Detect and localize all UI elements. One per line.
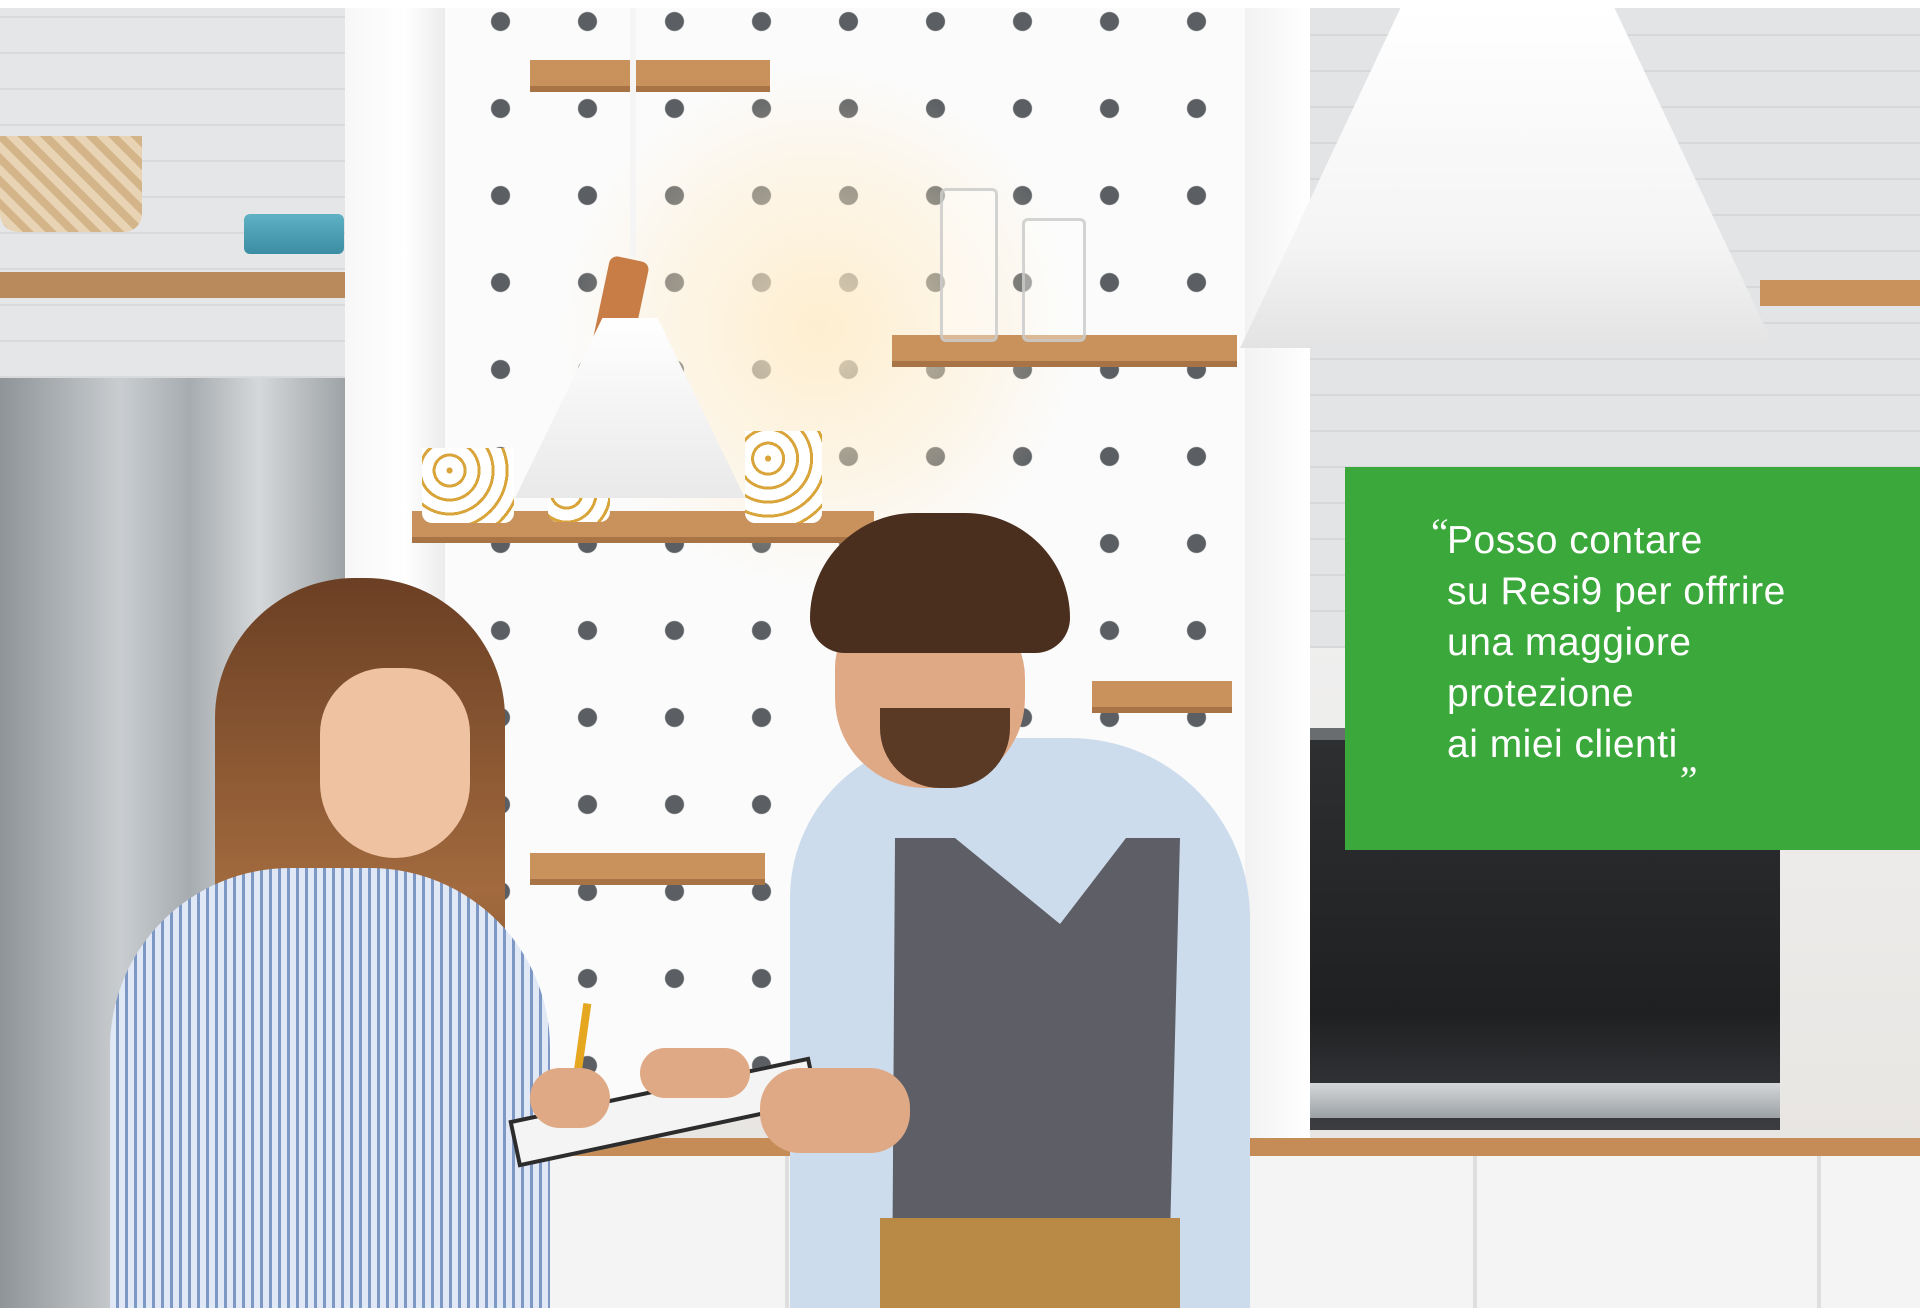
quote-line-3: una maggiore (1447, 621, 1692, 664)
quote-line-4: protezione (1447, 672, 1635, 715)
quote-line-1: Posso contare (1447, 519, 1703, 562)
testimonial-quote-card: “ Posso contare su Resi9 per offrire una… (1345, 467, 1920, 850)
man-pointing-hand (640, 1048, 750, 1098)
quote-open-mark: “ (1427, 510, 1450, 555)
lamp-cord (630, 8, 636, 258)
woman-hand (530, 1068, 610, 1128)
oven-handle (1310, 1083, 1780, 1118)
stacked-bowls (244, 214, 344, 254)
quote-text: Posso contare su Resi9 per offrire una m… (1447, 515, 1880, 778)
quote-line-2: su Resi9 per offrire (1447, 570, 1786, 613)
wood-shelf-right (1760, 280, 1920, 306)
woven-basket (0, 136, 142, 232)
page: “ Posso contare su Resi9 per offrire una… (0, 0, 1920, 1308)
wood-shelf-left (0, 272, 345, 298)
star-mug (745, 431, 822, 523)
peg-shelf-top (530, 60, 770, 86)
peg-shelf-glass (1092, 681, 1232, 707)
woman-striped-shirt (110, 868, 550, 1308)
quote-line-5-text: ai miei clienti (1447, 723, 1678, 766)
gold-dot-mug (422, 448, 514, 523)
glass-jug (1022, 218, 1086, 342)
quote-close-mark: „ (1679, 735, 1703, 780)
white-column-right (1245, 8, 1310, 1148)
peg-shelf-low (530, 853, 765, 879)
tool-belt (880, 1218, 1180, 1308)
quote-line-5: ai miei clienti„ (1447, 719, 1880, 778)
glass-vase (940, 188, 998, 342)
woman-face (320, 668, 470, 858)
man-holding-hand (760, 1068, 910, 1153)
